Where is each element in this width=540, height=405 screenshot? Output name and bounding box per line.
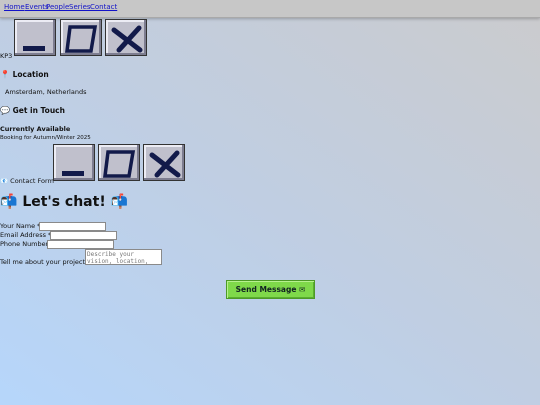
maximize-button[interactable] <box>60 19 102 56</box>
maximize-icon <box>103 150 136 178</box>
mailbox-icon: 📬 <box>110 194 129 210</box>
email-input[interactable] <box>50 231 117 240</box>
envelope-icon: 📧 <box>0 177 9 185</box>
chat-title: 📬 Let's chat! 📬 <box>0 194 128 210</box>
location-heading-text: Location <box>12 70 49 79</box>
send-message-button[interactable]: Send Message ✉ <box>226 280 315 299</box>
nav-link-contact[interactable]: Contact <box>90 3 117 11</box>
maximize-button[interactable] <box>98 144 140 181</box>
close-button[interactable] <box>143 144 185 181</box>
touch-heading-text: Get in Touch <box>12 106 65 115</box>
nav-link-series[interactable]: Series <box>69 3 91 11</box>
top-nav: Home Events People Series Contact <box>0 0 540 18</box>
availability-heading: Currently Available <box>0 125 71 133</box>
project-label: Tell me about your project * <box>0 258 91 266</box>
nav-link-people[interactable]: People <box>46 3 69 11</box>
maximize-icon <box>65 25 98 53</box>
map-pin-icon: 📍 <box>0 70 10 79</box>
minimize-button[interactable] <box>14 19 56 56</box>
name-input[interactable] <box>39 222 106 231</box>
minimize-button[interactable] <box>53 144 95 181</box>
phone-label: Phone Number <box>0 240 49 248</box>
mailbox-icon: 📬 <box>0 194 18 210</box>
brand-label: KP3 <box>0 52 13 60</box>
close-button[interactable] <box>105 19 147 56</box>
location-heading: 📍 Location <box>0 70 49 79</box>
project-textarea[interactable] <box>85 249 162 265</box>
close-icon <box>111 25 143 53</box>
minimize-icon <box>62 171 84 176</box>
close-icon <box>149 150 181 178</box>
name-label: Your Name * <box>0 222 41 230</box>
contact-form-label: 📧 Contact Form <box>0 177 54 185</box>
email-label: Email Address * <box>0 231 52 239</box>
nav-link-home[interactable]: Home <box>4 3 25 11</box>
phone-input[interactable] <box>47 240 114 249</box>
contact-form-label-text: Contact Form <box>10 177 54 185</box>
touch-heading: 💬 Get in Touch <box>0 106 65 115</box>
availability-detail: Booking for Autumn/Winter 2025 <box>0 135 91 141</box>
chat-title-text: Let's chat! <box>22 194 106 210</box>
location-value: Amsterdam, Netherlands <box>5 88 87 96</box>
minimize-icon <box>23 46 45 51</box>
speech-bubble-icon: 💬 <box>0 106 10 115</box>
